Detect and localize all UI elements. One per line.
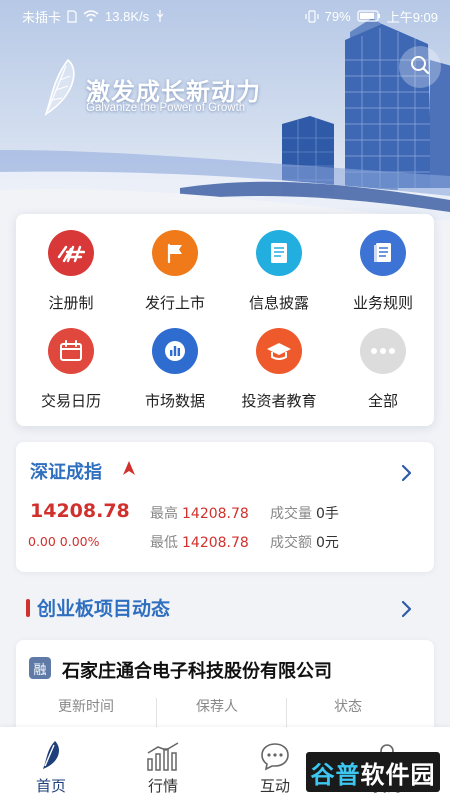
index-volume: 成交量 0手 (270, 503, 339, 523)
more-dots-icon (360, 328, 406, 374)
low-label: 最低 (150, 535, 178, 551)
watermark-part-a: 谷普 (310, 760, 361, 789)
hero-slogan: 激发成长新动力 Galvanize the Power of Growth (86, 72, 261, 114)
battery-icon (357, 10, 381, 22)
nav-market[interactable]: 行情 (118, 735, 208, 796)
column-update-time: 更新时间 (58, 699, 114, 715)
menu-item-label: 信息披露 (248, 294, 309, 312)
search-button[interactable] (399, 46, 441, 88)
index-up-arrow-icon (122, 460, 136, 480)
menu-item-label: 交易日历 (40, 392, 101, 410)
menu-item-label: 业务规则 (352, 294, 413, 312)
nav-label: 行情 (147, 777, 178, 795)
search-icon (410, 55, 430, 79)
financing-badge: 融 (29, 657, 51, 679)
carrier-text: 未插卡 (22, 9, 62, 25)
section-marker (26, 598, 30, 617)
menu-item-calendar[interactable]: 交易日历 (19, 328, 123, 424)
low-value: 14208.78 (182, 535, 249, 551)
nav-label: 首页 (35, 777, 66, 795)
projects-title: 创业板项目动态 (37, 598, 171, 620)
high-label: 最高 (150, 506, 178, 522)
menu-item-label: 全部 (367, 392, 398, 410)
quick-menu-card: 注册制 发行上市 信息披露 业务规则 交易日历 市场数据 投资者教育 全部 (16, 214, 434, 426)
usb-icon (155, 9, 165, 23)
registration-icon (48, 230, 94, 276)
document-icon (256, 230, 302, 276)
index-high: 最高 14208.78 (150, 503, 249, 523)
menu-item-label: 投资者教育 (241, 392, 317, 410)
calendar-icon (48, 328, 94, 374)
menu-item-label: 发行上市 (144, 294, 205, 312)
index-name[interactable]: 深证成指 (30, 458, 102, 484)
menu-item-registration[interactable]: 注册制 (19, 230, 123, 326)
flag-icon (152, 230, 198, 276)
home-logo-icon (6, 735, 96, 771)
bar-chart-icon (152, 328, 198, 374)
market-chart-icon (118, 735, 208, 771)
volume-value: 0手 (316, 506, 339, 522)
column-divider (156, 698, 157, 728)
projects-chevron-right-icon[interactable] (400, 600, 412, 622)
status-bar: 未插卡 13.8K/s 79% 上午9:09 (0, 0, 450, 32)
menu-item-disclosure[interactable]: 信息披露 (227, 230, 331, 326)
nav-home[interactable]: 首页 (6, 735, 96, 796)
watermark-part-b: 软件园 (360, 760, 436, 789)
slogan-english: Galvanize the Power of Growth (86, 102, 246, 114)
book-icon (360, 230, 406, 276)
battery-percent: 79% (324, 8, 351, 24)
index-turnover: 成交额 0元 (270, 532, 339, 552)
volume-label: 成交量 (270, 506, 312, 522)
menu-item-rules[interactable]: 业务规则 (331, 230, 435, 326)
site-watermark: 谷普 软件园 (306, 752, 440, 792)
column-status: 状态 (334, 699, 362, 715)
wifi-icon (83, 10, 99, 22)
column-sponsor: 保荐人 (196, 699, 238, 715)
projects-section-header[interactable]: 创业板项目动态 (26, 594, 170, 621)
index-low: 最低 14208.78 (150, 532, 249, 552)
clock-time: 上午9:09 (386, 9, 438, 25)
menu-item-market-data[interactable]: 市场数据 (123, 328, 227, 424)
graduation-cap-icon (256, 328, 302, 374)
feather-logo-icon (38, 56, 82, 122)
menu-item-all[interactable]: 全部 (331, 328, 435, 424)
column-divider (286, 698, 287, 728)
index-chevron-right-icon[interactable] (400, 464, 412, 486)
sim-icon (67, 9, 77, 23)
index-quote-card[interactable]: 深证成指 14208.78 0.00 0.00% 最高 14208.78 最低 14… (16, 442, 434, 572)
index-change: 0.00 0.00% (28, 534, 100, 549)
vibrate-icon (305, 9, 319, 23)
company-name: 石家庄通合电子科技股份有限公司 (62, 661, 332, 682)
menu-item-label: 注册制 (48, 294, 94, 312)
turnover-label: 成交额 (270, 535, 312, 551)
menu-item-education[interactable]: 投资者教育 (227, 328, 331, 424)
turnover-value: 0元 (316, 535, 339, 551)
high-value: 14208.78 (182, 506, 249, 522)
index-value: 14208.78 (30, 500, 130, 522)
menu-item-listing[interactable]: 发行上市 (123, 230, 227, 326)
menu-item-label: 市场数据 (144, 392, 205, 410)
network-speed: 13.8K/s (105, 8, 150, 24)
